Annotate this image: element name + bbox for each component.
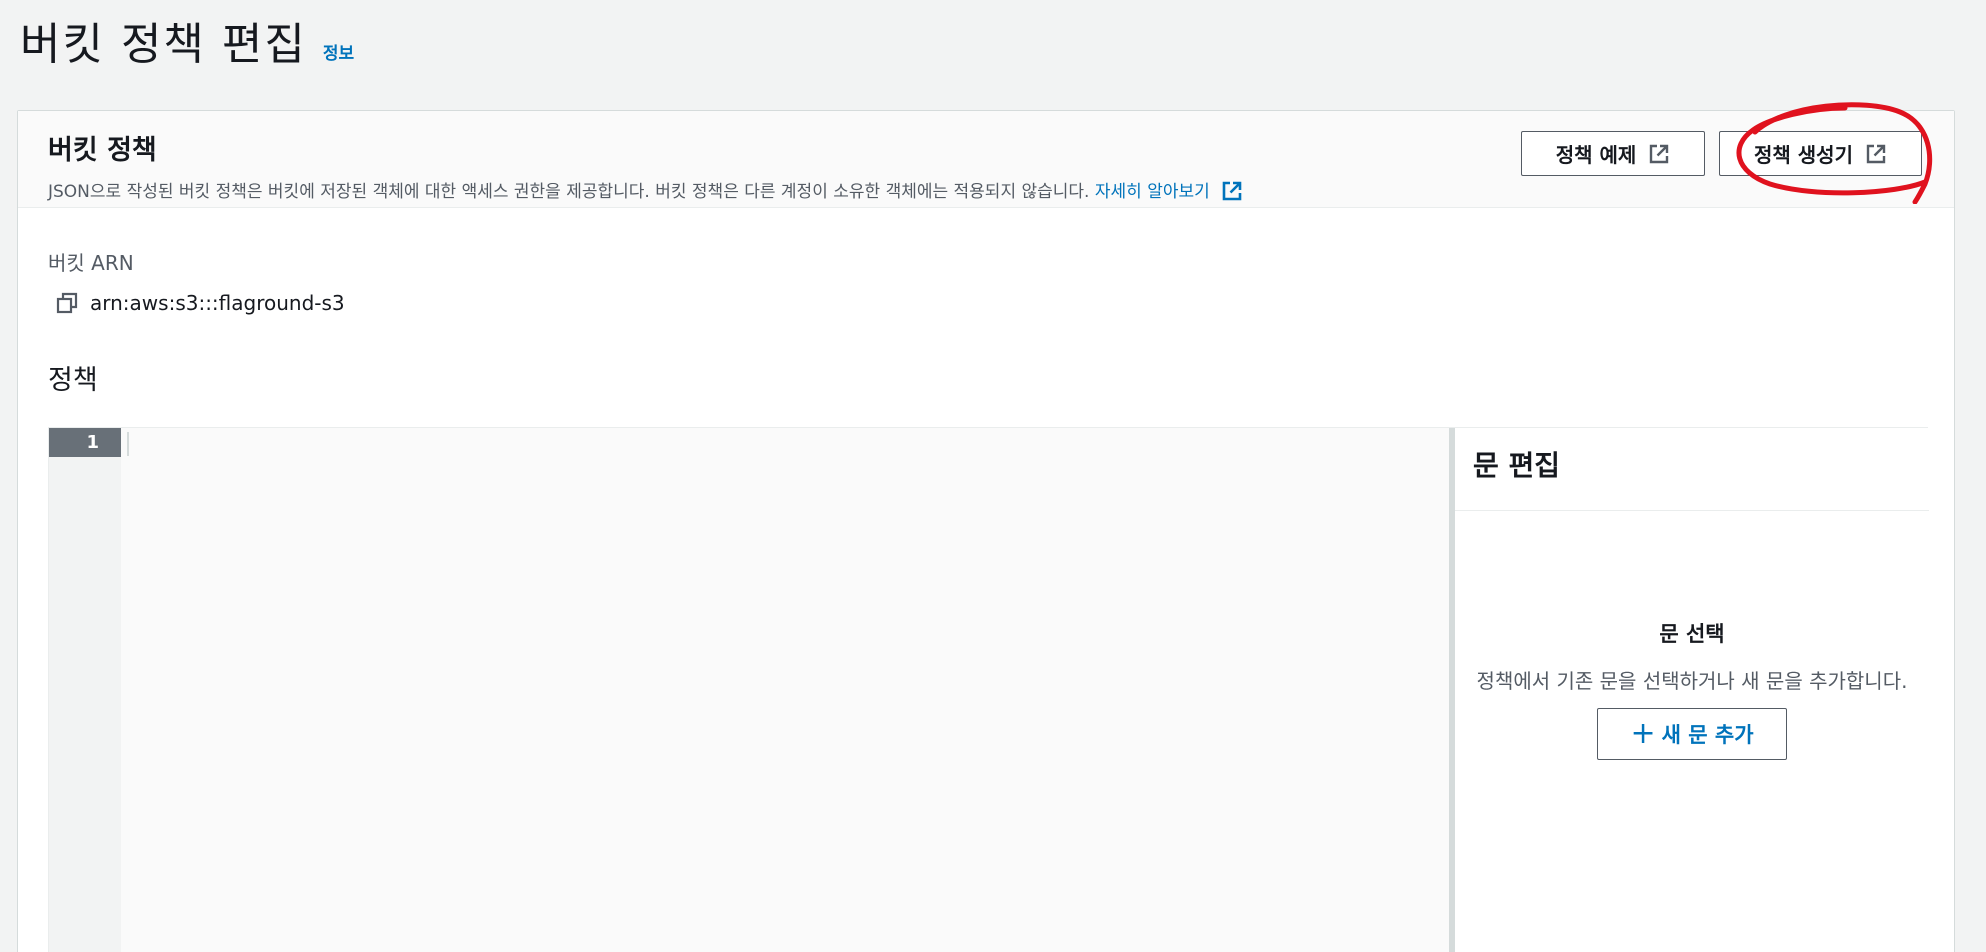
external-link-icon bbox=[1650, 144, 1669, 163]
add-new-statement-button[interactable]: + 새 문 추가 bbox=[1597, 708, 1787, 760]
learn-more-label: 자세히 알아보기 bbox=[1094, 182, 1210, 202]
bucket-policy-panel: 버킷 정책 JSON으로 작성된 버킷 정책은 버킷에 저장된 객체에 대한 액… bbox=[17, 102, 1955, 952]
panel-header: 버킷 정책 JSON으로 작성된 버킷 정책은 버킷에 저장된 객체에 대한 액… bbox=[18, 102, 1954, 208]
panel-description: JSON으로 작성된 버킷 정책은 버킷에 저장된 객체에 대한 액세스 권한을… bbox=[48, 177, 1954, 202]
text-cursor bbox=[127, 432, 129, 456]
edit-statement-title: 문 편집 bbox=[1455, 428, 1929, 511]
policy-examples-label: 정책 예제 bbox=[1555, 143, 1637, 167]
external-link-icon bbox=[1222, 181, 1242, 201]
policy-generator-button[interactable]: 정책 생성기 bbox=[1719, 131, 1922, 176]
policy-examples-button[interactable]: 정책 예제 bbox=[1521, 131, 1705, 176]
edit-statement-panel: 문 편집 문 선택 정책에서 기존 문을 선택하거나 새 문을 추가합니다. +… bbox=[1455, 428, 1929, 952]
learn-more-link[interactable]: 자세히 알아보기 bbox=[1094, 181, 1243, 202]
statement-select-body: 문 선택 정책에서 기존 문을 선택하거나 새 문을 추가합니다. + 새 문 … bbox=[1455, 618, 1929, 760]
page-header: 버킷 정책 편집 정보 bbox=[20, 8, 354, 72]
editor-code-area[interactable] bbox=[121, 428, 1449, 952]
policy-editor[interactable]: 1 문 편집 문 선택 정책에서 기존 문을 선택하거나 새 문을 추가합니다.… bbox=[48, 427, 1929, 952]
editor-gutter: 1 bbox=[49, 428, 121, 952]
page-title: 버킷 정책 편집 bbox=[20, 19, 307, 70]
external-link-icon bbox=[1866, 144, 1886, 163]
bucket-arn-row: arn:aws:s3:::flaground-s3 bbox=[56, 291, 345, 315]
panel-description-text: JSON으로 작성된 버킷 정책은 버킷에 저장된 객체에 대한 액세스 권한을… bbox=[48, 182, 1090, 202]
select-statement-title: 문 선택 bbox=[1659, 622, 1725, 646]
select-statement-description: 정책에서 기존 문을 선택하거나 새 문을 추가합니다. bbox=[1476, 669, 1908, 693]
policy-label: 정책 bbox=[48, 365, 98, 396]
line-number: 1 bbox=[49, 428, 121, 457]
bucket-arn-label: 버킷 ARN bbox=[48, 251, 134, 275]
plus-icon: + bbox=[1630, 716, 1656, 751]
copy-icon[interactable] bbox=[56, 292, 78, 314]
policy-generator-label: 정책 생성기 bbox=[1754, 143, 1853, 167]
bucket-arn-value: arn:aws:s3:::flaground-s3 bbox=[90, 291, 345, 315]
add-new-statement-label: 새 문 추가 bbox=[1661, 723, 1754, 747]
info-link[interactable]: 정보 bbox=[323, 39, 354, 64]
